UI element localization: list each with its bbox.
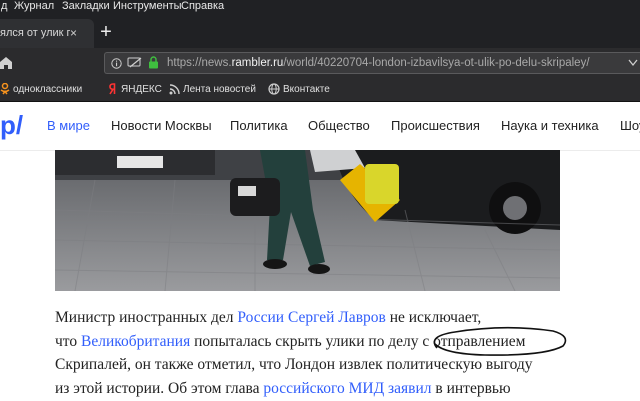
navigation-bar: https://news.rambler.ru/world/40220704-l… — [0, 48, 640, 79]
new-tab-button[interactable]: + — [97, 21, 115, 43]
menu-bar: д Журнал Закладки Инструменты Справка — [0, 0, 640, 13]
nav-world[interactable]: В мире — [47, 118, 90, 134]
bookmark-label: ЯНДЕКС — [121, 84, 162, 95]
link-russia-lavrov[interactable]: России Сергей Лавров — [237, 309, 385, 326]
text-span: из этой истории. Об этом глава — [55, 380, 264, 397]
nav-moscow[interactable]: Новости Москвы — [111, 118, 212, 134]
nav-politics[interactable]: Политика — [230, 118, 288, 134]
lock-icon — [149, 56, 158, 69]
rss-icon — [169, 84, 180, 95]
menu-item-tools[interactable]: Инструменты — [113, 0, 182, 13]
dropdown-chevron-icon[interactable] — [623, 59, 640, 67]
url-text[interactable]: https://news.rambler.ru/world/40220704-l… — [167, 53, 590, 73]
url-domain: rambler.ru — [231, 57, 284, 69]
yandex-icon — [109, 83, 116, 95]
text-span: Министр иностранных дел — [55, 309, 238, 326]
tab-active[interactable]: ялся от улик по × — [0, 19, 94, 48]
globe-icon — [268, 83, 280, 95]
text-span: в интервью — [431, 380, 511, 397]
bookmark-vk[interactable]: Вконтакте — [268, 79, 330, 101]
nav-incidents[interactable]: Происшествия — [391, 118, 480, 134]
nav-show[interactable]: Шоу — [620, 118, 640, 134]
url-path: /world/40220704-london-izbavilsya-ot-uli… — [283, 57, 590, 69]
bookmark-yandex[interactable]: ЯНДЕКС — [109, 79, 162, 101]
article-photo — [55, 150, 560, 291]
home-icon[interactable] — [0, 56, 12, 70]
article-line-3: Скрипалей, он также отметил, что Лондон … — [55, 356, 533, 373]
rambler-logo[interactable]: р/ — [0, 110, 23, 140]
url-prefix: https://news. — [167, 57, 232, 69]
text-span: не исключает, — [385, 309, 482, 326]
bookmark-lenta[interactable]: Лента новостей — [169, 79, 256, 101]
bookmarks-bar: одноклассники ЯНДЕКС Лента новостей Вкон… — [0, 79, 640, 102]
link-britain[interactable]: Великобритания — [81, 333, 190, 350]
photo-illustration — [55, 150, 560, 291]
info-icon[interactable] — [111, 58, 122, 69]
bookmark-label: одноклассники — [13, 84, 83, 95]
menu-item-file[interactable]: д — [1, 0, 7, 13]
article-line-4: из этой истории. Об этом глава российско… — [55, 379, 511, 399]
permissions-icon[interactable] — [127, 57, 143, 69]
link-russian-mfa[interactable]: российского МИД — [263, 380, 384, 397]
link-stated[interactable]: заявил — [388, 380, 431, 397]
tab-close-icon[interactable]: × — [70, 19, 77, 48]
nav-society[interactable]: Общество — [308, 118, 370, 134]
ok-icon — [0, 83, 10, 95]
bookmark-label: Лента новостей — [183, 84, 256, 95]
bookmark-ok[interactable]: одноклассники — [0, 79, 82, 101]
article-line-1: Министр иностранных дел России Сергей Ла… — [55, 308, 481, 328]
bookmark-label: Вконтакте — [283, 84, 330, 95]
text-span: что — [55, 333, 81, 350]
tab-title: ялся от улик по — [0, 27, 70, 39]
tab-strip: ялся от улик по × + — [0, 13, 640, 48]
menu-item-bookmarks[interactable]: Закладки — [62, 0, 110, 13]
annotation-ellipse — [433, 326, 567, 356]
address-bar[interactable]: https://news.rambler.ru/world/40220704-l… — [104, 52, 640, 74]
menu-item-journal[interactable]: Журнал — [14, 0, 54, 13]
site-navigation: р/ В мире Новости Москвы Политика Общест… — [0, 102, 640, 151]
nav-science[interactable]: Наука и техника — [501, 118, 599, 134]
menu-item-help[interactable]: Справка — [181, 0, 224, 13]
